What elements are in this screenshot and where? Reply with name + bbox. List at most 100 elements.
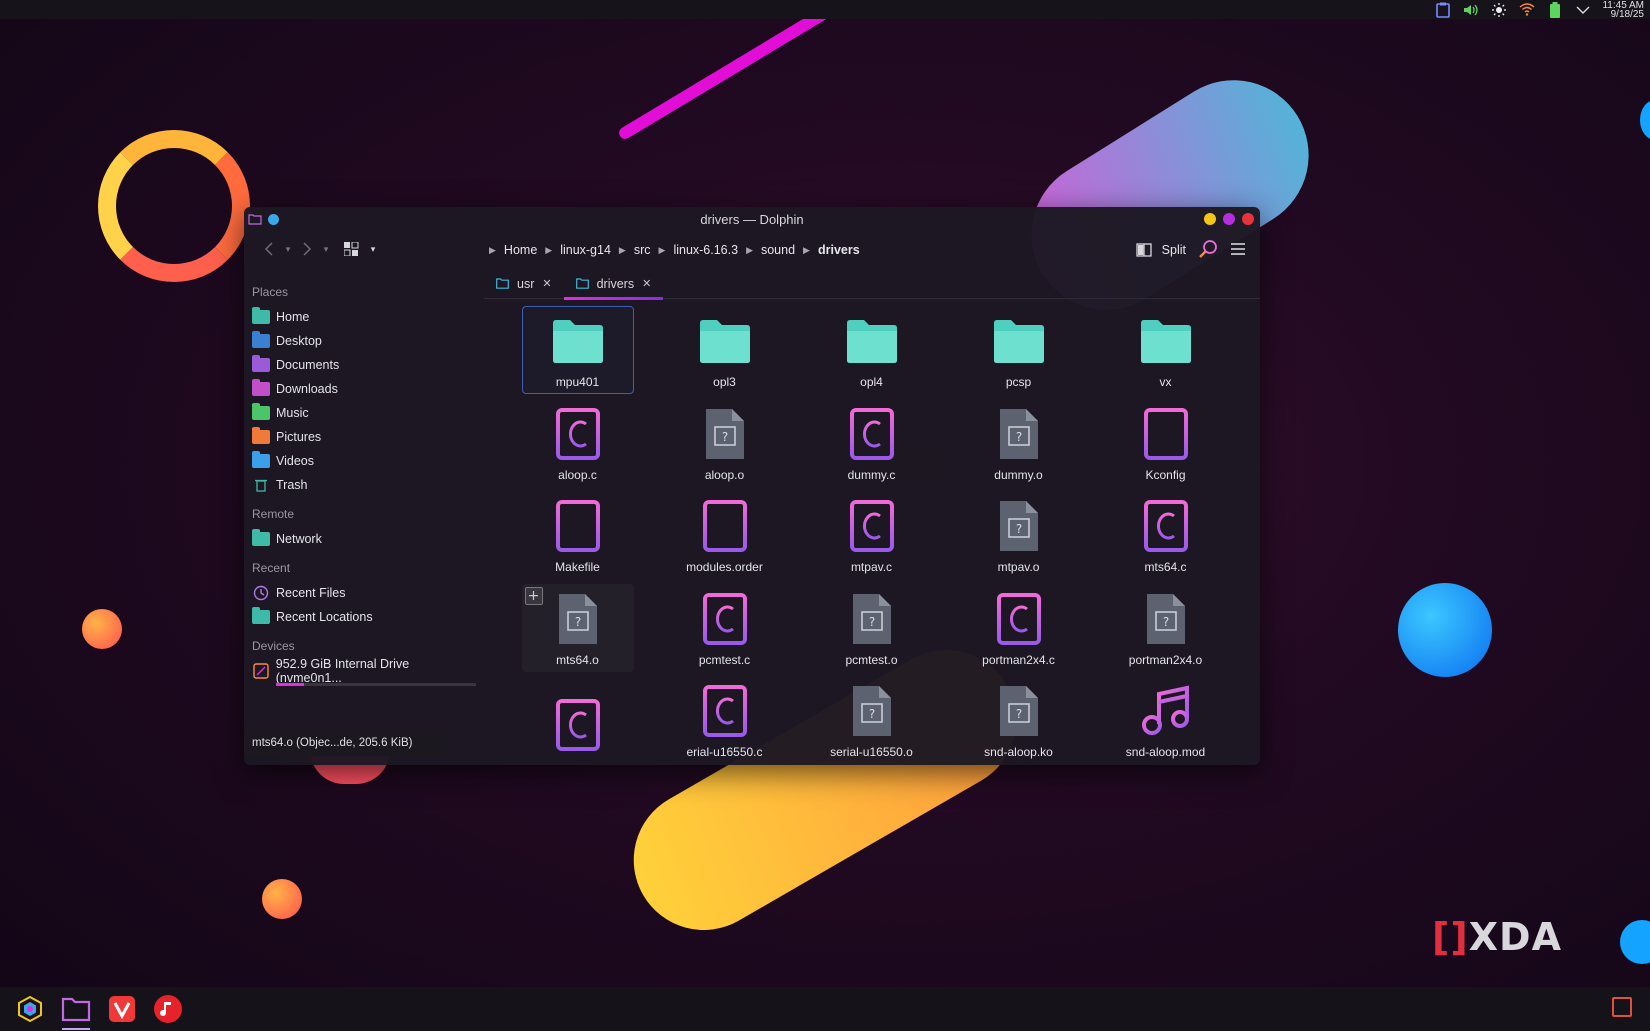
file-item[interactable] — [522, 676, 634, 764]
sidebar-item-videos[interactable]: Videos — [252, 449, 476, 473]
forward-history-chevron-icon[interactable]: ▾ — [320, 245, 332, 255]
sidebar-item-recent-files[interactable]: Recent Files — [252, 581, 476, 605]
battery-icon[interactable] — [1546, 1, 1564, 18]
file-item[interactable]: aloop.c — [522, 399, 634, 487]
wallpaper-dot — [262, 879, 302, 919]
svg-text:?: ? — [574, 615, 580, 629]
network-folder-icon — [252, 529, 270, 546]
breadcrumb-item[interactable]: linux-6.16.3 — [673, 243, 738, 257]
split-view-button[interactable]: Split — [1136, 243, 1186, 257]
svg-text:?: ? — [721, 430, 727, 444]
file-name: aloop.c — [558, 467, 597, 482]
file-item[interactable]: +? mts64.o — [521, 583, 634, 672]
file-item[interactable]: pcsp — [963, 306, 1075, 394]
breadcrumb-current[interactable]: drivers — [818, 243, 860, 257]
app-launcher-icon[interactable] — [14, 992, 46, 1026]
close-tab-icon[interactable]: ✕ — [642, 277, 651, 290]
back-button[interactable] — [258, 241, 280, 260]
folder-icon — [844, 313, 900, 369]
file-item[interactable]: mpu401 — [521, 306, 634, 394]
clock[interactable]: 11:45 AM 9/18/25 — [1602, 0, 1644, 19]
back-history-chevron-icon[interactable]: ▾ — [282, 245, 294, 255]
sidebar-item-label: Music — [276, 406, 309, 420]
file-name: mts64.c — [1144, 560, 1187, 575]
breadcrumb-separator-icon[interactable]: ▶ — [746, 245, 753, 256]
file-item[interactable]: ? dummy.o — [963, 399, 1075, 487]
breadcrumb-separator-icon[interactable]: ▶ — [545, 245, 552, 256]
breadcrumb-item[interactable]: sound — [761, 243, 795, 257]
minimize-button[interactable] — [1204, 213, 1216, 225]
dolphin-icon[interactable] — [60, 992, 92, 1030]
file-item[interactable]: ? aloop.o — [669, 399, 781, 487]
sidebar-item-desktop[interactable]: Desktop — [252, 329, 476, 353]
tab-usr[interactable]: usr ✕ — [484, 269, 564, 299]
breadcrumb-item[interactable]: Home — [504, 243, 537, 257]
unknown-file-icon: ? — [844, 591, 900, 647]
file-item[interactable]: modules.order — [669, 491, 781, 579]
file-item[interactable]: snd-aloop.mod — [1110, 676, 1222, 764]
close-tab-icon[interactable]: ✕ — [542, 277, 551, 290]
file-item[interactable]: Kconfig — [1110, 399, 1222, 487]
file-item[interactable]: ? pcmtest.o — [816, 584, 928, 672]
breadcrumb-item[interactable]: src — [634, 243, 651, 257]
folder-icon — [991, 313, 1047, 369]
music-app-icon[interactable] — [152, 992, 184, 1026]
view-mode-button[interactable] — [338, 241, 366, 260]
sidebar-item-pictures[interactable]: Pictures — [252, 425, 476, 449]
sidebar-item-downloads[interactable]: Downloads — [252, 377, 476, 401]
file-item[interactable]: ? serial-u16550.o — [816, 676, 928, 764]
sidebar-item-recent-locations[interactable]: Recent Locations — [252, 605, 476, 629]
select-toggle-icon[interactable]: + — [524, 586, 543, 605]
brightness-icon[interactable] — [1490, 2, 1508, 18]
file-item[interactable]: ? portman2x4.o — [1110, 584, 1222, 672]
breadcrumb-separator-icon[interactable]: ▶ — [619, 245, 626, 256]
dolphin-app-icon[interactable] — [248, 210, 262, 229]
file-item[interactable]: Makefile — [522, 491, 634, 579]
clipboard-icon[interactable] — [1434, 2, 1452, 18]
svg-text:?: ? — [1015, 707, 1021, 721]
file-item[interactable]: erial-u16550.c — [669, 676, 781, 764]
recent-locations-folder-icon — [252, 607, 270, 624]
file-item[interactable]: mtpav.c — [816, 491, 928, 579]
vivaldi-icon[interactable] — [106, 992, 138, 1026]
sidebar-item-network[interactable]: Network — [252, 527, 476, 551]
sidebar-item-music[interactable]: Music — [252, 401, 476, 425]
file-name: portman2x4.c — [982, 652, 1055, 667]
show-desktop-button[interactable] — [1612, 997, 1632, 1017]
wifi-icon[interactable] — [1518, 2, 1536, 18]
xda-watermark: []XDA — [1432, 915, 1562, 959]
split-label: Split — [1161, 243, 1186, 257]
file-item[interactable]: opl3 — [669, 306, 781, 394]
maximize-button[interactable] — [1223, 213, 1235, 225]
sidebar-item-label: Home — [276, 310, 310, 324]
breadcrumb-separator-icon[interactable]: ▶ — [659, 245, 666, 256]
chevron-down-icon[interactable] — [1574, 2, 1592, 18]
dolphin-window: drivers — Dolphin ▾ ▾ ▾ ▶ Home ▶ linux-g… — [244, 207, 1260, 765]
view-mode-chevron-icon[interactable]: ▾ — [368, 245, 378, 255]
file-item[interactable]: dummy.c — [816, 399, 928, 487]
folder-icon — [496, 278, 509, 289]
breadcrumb-root-arrow-icon[interactable]: ▶ — [489, 245, 496, 256]
sidebar-item-home[interactable]: Home — [252, 305, 476, 329]
file-item[interactable]: ? snd-aloop.ko — [963, 676, 1075, 764]
breadcrumb-item[interactable]: linux-g14 — [560, 243, 611, 257]
file-item[interactable]: ? mtpav.o — [963, 491, 1075, 579]
file-item[interactable]: portman2x4.c — [963, 584, 1075, 672]
sidebar-item-documents[interactable]: Documents — [252, 353, 476, 377]
file-item[interactable]: opl4 — [816, 306, 928, 394]
sidebar-item-internal-drive[interactable]: 952.9 GiB Internal Drive (nvme0n1... — [252, 657, 476, 685]
pin-button[interactable] — [268, 213, 279, 225]
sidebar-item-trash[interactable]: Trash — [252, 473, 476, 497]
breadcrumb-separator-icon[interactable]: ▶ — [803, 245, 810, 256]
volume-icon[interactable] — [1462, 2, 1480, 18]
forward-button[interactable] — [296, 241, 318, 260]
file-item[interactable]: pcmtest.c — [669, 584, 781, 672]
sidebar-item-label: 952.9 GiB Internal Drive (nvme0n1... — [275, 657, 410, 685]
search-icon[interactable] — [1198, 239, 1218, 262]
close-button[interactable] — [1242, 213, 1254, 225]
titlebar[interactable]: drivers — Dolphin — [244, 207, 1260, 231]
tab-drivers[interactable]: drivers ✕ — [563, 269, 664, 300]
hamburger-menu-icon[interactable] — [1230, 242, 1246, 259]
file-item[interactable]: vx — [1110, 306, 1222, 394]
file-item[interactable]: mts64.c — [1110, 491, 1222, 579]
